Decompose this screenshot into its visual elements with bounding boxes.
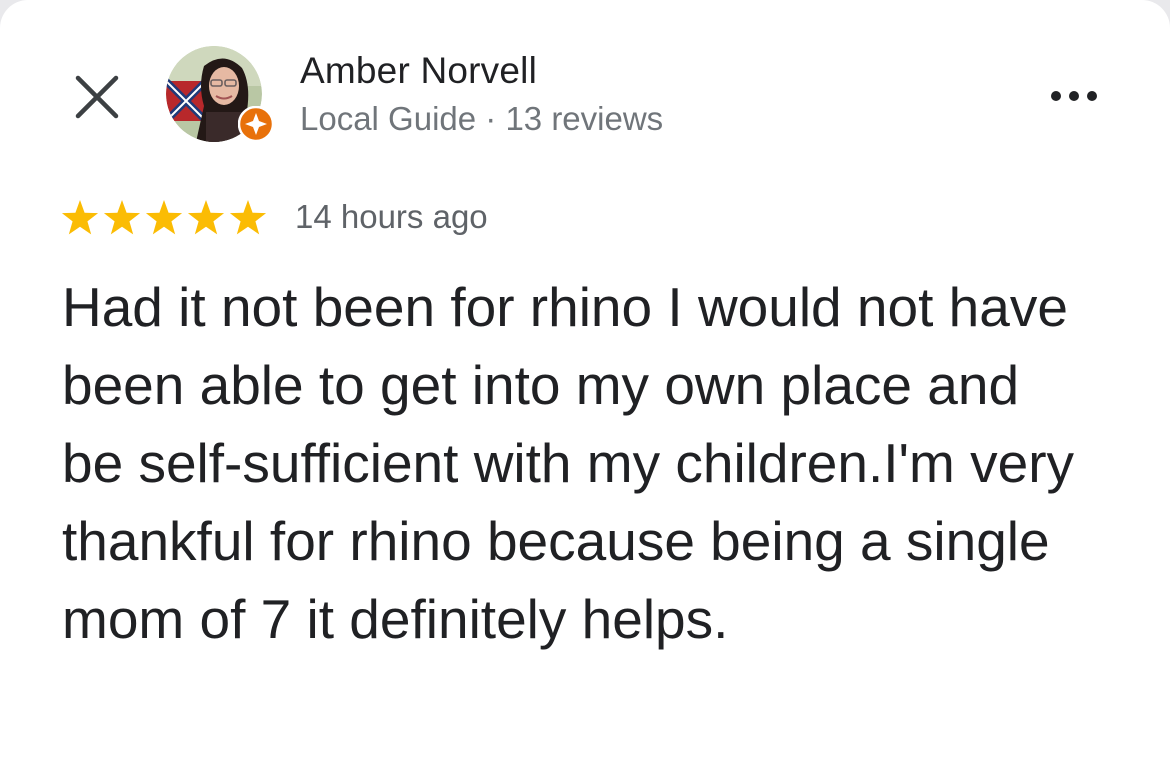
star-icon [61,200,99,235]
reviewer-avatar[interactable] [166,46,274,146]
close-icon [75,75,119,119]
more-options-button[interactable] [1040,80,1112,116]
star-rating [61,200,267,235]
reviewer-name[interactable]: Amber Norvell [300,50,537,92]
review-text: Had it not been for rhino I would not ha… [62,276,1075,650]
review-time: 14 hours ago [295,198,488,235]
reviewer-meta: Local Guide · 13 reviews [300,100,664,137]
close-button[interactable] [70,70,124,124]
local-guide-badge-icon [238,106,274,142]
star-icon [187,200,225,235]
star-icon [229,200,267,235]
star-icon [103,200,141,235]
star-icon [145,200,183,235]
more-options-icon [1051,91,1097,101]
review-card: Amber Norvell Local Guide · 13 reviews 1… [0,0,1170,765]
